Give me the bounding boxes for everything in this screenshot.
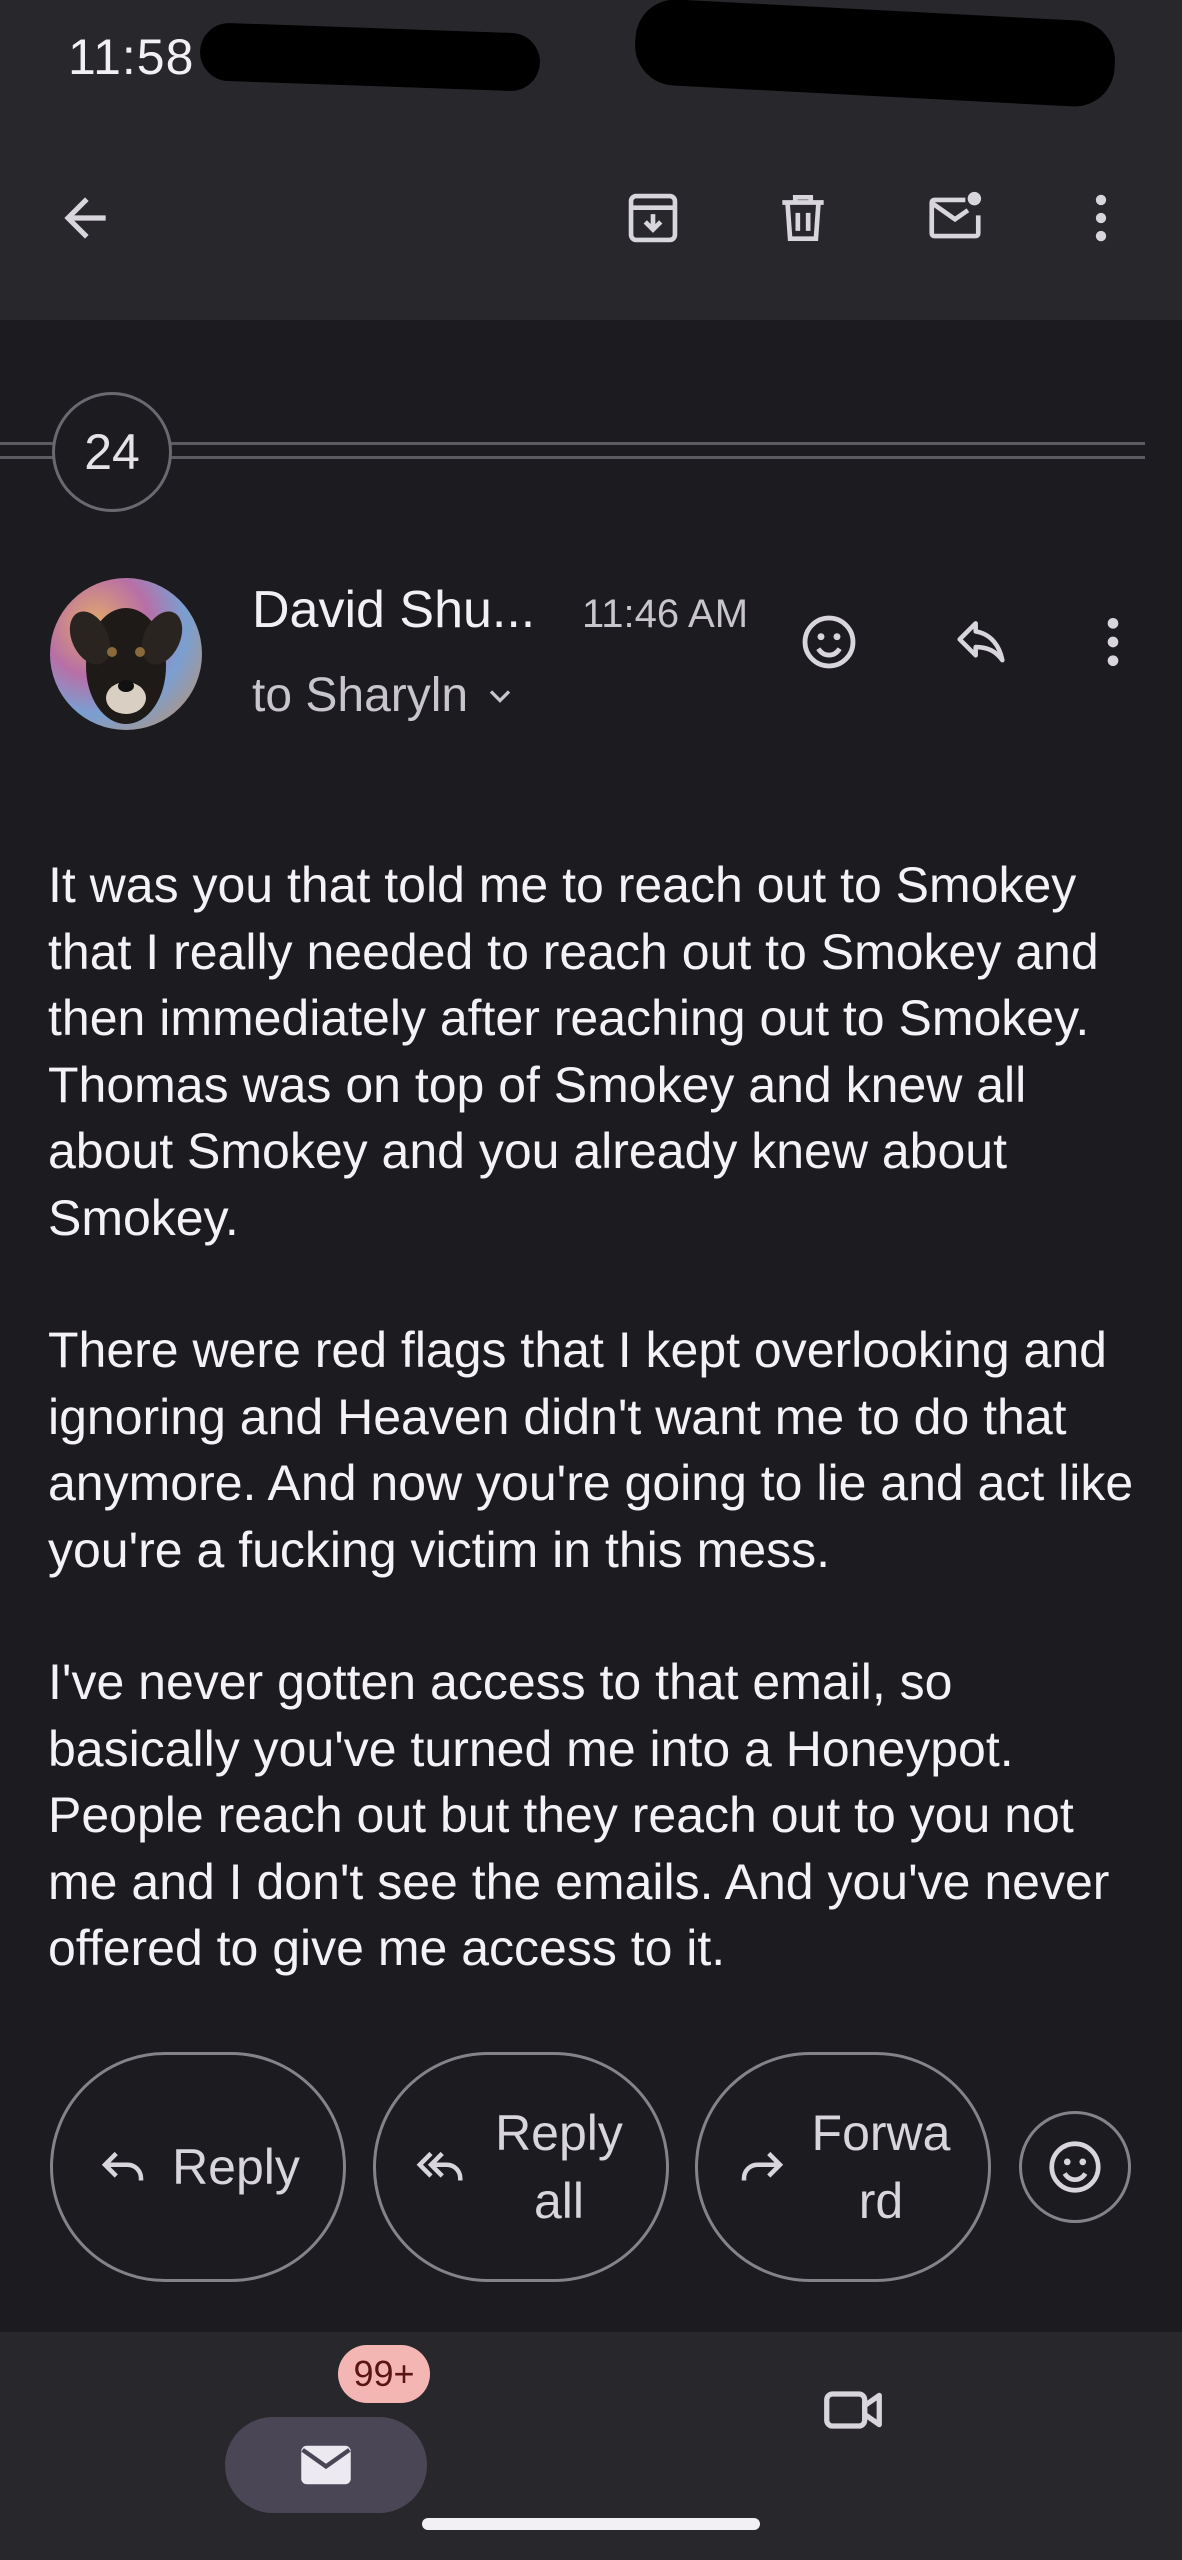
redaction-mark <box>199 22 541 92</box>
status-bar: 11:58 <box>0 0 1182 120</box>
reply-icon <box>101 2151 144 2181</box>
home-indicator[interactable] <box>422 2518 760 2530</box>
collapsed-thread-divider[interactable]: 24 <box>0 392 1182 512</box>
message-body: It was you that told me to reach out to … <box>48 852 1148 2000</box>
sender-name[interactable]: David Shu... <box>252 580 535 640</box>
chevron-down-icon <box>489 689 511 703</box>
smiley-icon <box>802 615 856 669</box>
more-options-button[interactable] <box>1056 173 1146 263</box>
message-time: 11:46 AM <box>582 592 749 636</box>
forward-label: Forwa rd <box>811 2105 951 2229</box>
more-vert-icon <box>1107 618 1119 666</box>
reply-all-icon <box>416 2151 463 2181</box>
trash-icon <box>782 195 824 241</box>
archive-button[interactable] <box>608 173 698 263</box>
reply-button[interactable] <box>936 597 1026 687</box>
body-paragraph: There were red flags that I kept overloo… <box>48 1322 1134 1578</box>
top-app-bar <box>0 120 1182 320</box>
message-action-bar: Reply Reply all Forwa rd <box>0 2020 1182 2320</box>
mark-unread-button[interactable] <box>910 173 1000 263</box>
body-paragraph: I've never gotten access to that email, … <box>48 1654 1110 1976</box>
collapsed-messages-count[interactable]: 24 <box>52 392 172 512</box>
smiley-icon <box>1049 2141 1101 2193</box>
archive-icon <box>628 193 678 243</box>
recipient-details-toggle[interactable]: to Sharyln <box>252 668 518 723</box>
delete-button[interactable] <box>758 173 848 263</box>
message-more-button[interactable] <box>1068 597 1158 687</box>
status-time: 11:58 <box>68 29 195 85</box>
redaction-mark <box>633 0 1117 109</box>
forward-action-button[interactable]: Forwa rd <box>695 2052 991 2282</box>
sender-avatar[interactable] <box>50 578 202 730</box>
recipient-label: to Sharyln <box>252 669 469 722</box>
back-button[interactable] <box>40 173 130 263</box>
mark-unread-icon <box>929 191 982 239</box>
reply-all-action-button[interactable]: Reply all <box>373 2052 669 2282</box>
reply-label: Reply <box>172 2139 300 2195</box>
emoji-reaction-button[interactable] <box>1019 2111 1131 2223</box>
reply-all-label: Reply all <box>495 2105 623 2229</box>
dog-photo-icon <box>69 608 183 724</box>
mail-icon <box>301 2445 351 2485</box>
reply-action-button[interactable]: Reply <box>50 2052 346 2282</box>
videocam-icon <box>824 2391 882 2429</box>
gmail-message-screen: 11:58 24 David Shu... 11:46 AM to Sharyl… <box>0 0 1182 2560</box>
nav-meet-tab[interactable] <box>808 2365 898 2455</box>
unread-count-badge: 99+ <box>338 2345 430 2403</box>
body-paragraph: It was you that told me to reach out to … <box>48 857 1099 1246</box>
arrow-back-icon <box>64 197 106 239</box>
nav-mail-tab[interactable] <box>225 2417 427 2513</box>
add-reaction-button[interactable] <box>784 597 874 687</box>
reply-icon <box>957 621 1005 663</box>
forward-icon <box>741 2151 784 2181</box>
more-vert-icon <box>1095 194 1107 242</box>
